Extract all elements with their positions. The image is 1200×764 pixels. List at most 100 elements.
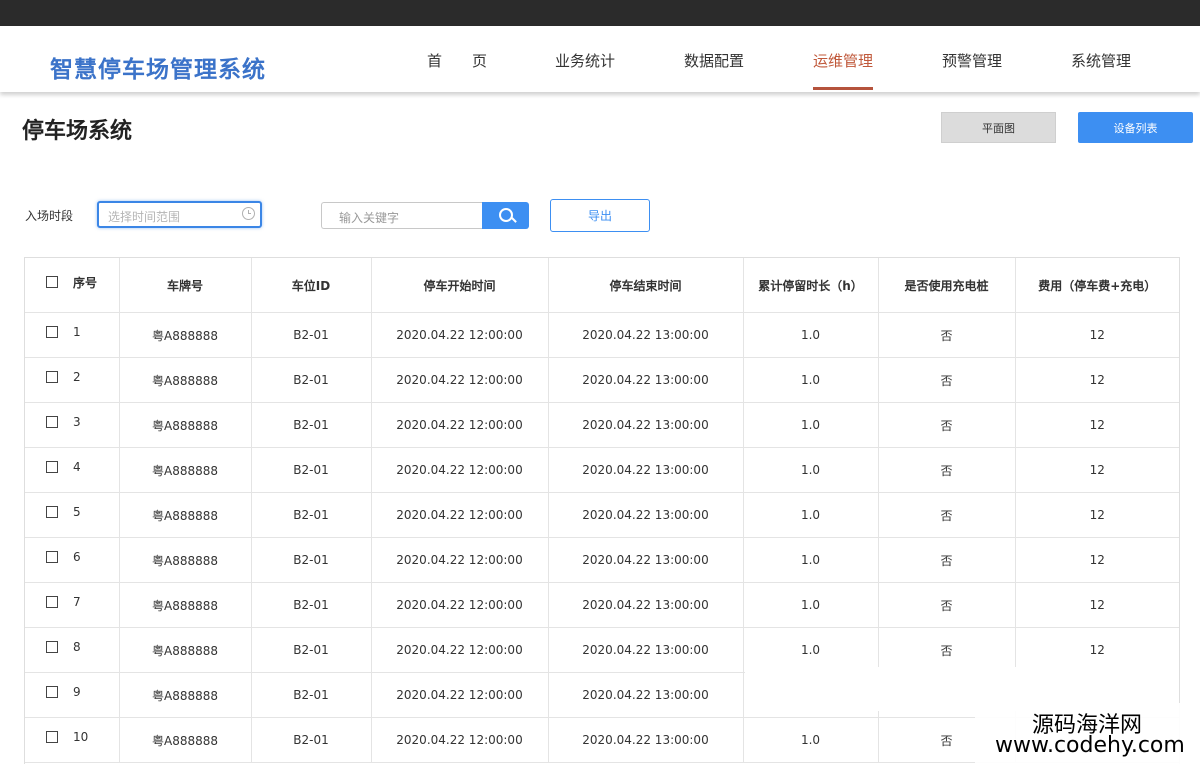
duration-cell: 1.0 [743,537,879,583]
end-time-cell: 2020.04.22 13:00:00 [548,447,744,493]
row-index: 8 [73,640,81,655]
duration-cell: 1.0 [743,312,879,358]
fee-cell: 12 [1015,312,1179,358]
slot-cell: B2-01 [251,312,372,358]
fee-cell: 12 [1015,537,1179,583]
fee-cell: 12 [1015,402,1179,448]
start-time-cell: 2020.04.22 12:00:00 [371,627,549,673]
table-row: 6 粤A888888 B2-01 2020.04.22 12:00:00 2020.04… [25,537,1179,583]
nav-system-management[interactable]: 系统管理 [1071,50,1131,90]
row-index: 10 [73,730,89,745]
index-cell: 1 [25,312,120,358]
end-time-cell: 2020.04.22 13:00:00 [548,582,744,628]
charging-cell: 否 [878,492,1016,538]
search-icon [499,208,513,222]
slot-cell: B2-01 [251,537,372,583]
row-checkbox[interactable] [46,686,58,699]
charging-cell: 否 [878,312,1016,358]
device-list-button[interactable]: 设备列表 [1078,112,1193,143]
nav-data-config[interactable]: 数据配置 [684,50,744,90]
start-time-cell: 2020.04.22 12:00:00 [371,537,549,583]
header-end: 停车结束时间 [548,258,744,313]
start-time-cell: 2020.04.22 12:00:00 [371,717,549,763]
row-checkbox[interactable] [46,416,58,429]
duration-cell: 1.0 [743,582,879,628]
plate-cell: 粤A888888 [119,447,252,493]
duration-cell: 1.0 [743,717,879,763]
row-index: 6 [73,550,81,565]
row-checkbox[interactable] [46,461,58,474]
floor-plan-button[interactable]: 平面图 [941,112,1056,143]
end-time-cell: 2020.04.22 13:00:00 [548,402,744,448]
index-cell: 3 [25,402,120,448]
duration-cell: 1.0 [743,627,879,673]
start-time-cell: 2020.04.22 12:00:00 [371,492,549,538]
row-index: 9 [73,685,81,700]
slot-cell: B2-01 [251,357,372,403]
plate-cell: 粤A888888 [119,717,252,763]
table-row: 3 粤A888888 B2-01 2020.04.22 12:00:00 2020.04… [25,402,1179,448]
duration-cell: 1.0 [743,357,879,403]
start-time-cell: 2020.04.22 12:00:00 [371,582,549,628]
brand-logo-text: 智慧停车场管理系统 [50,57,266,83]
header-index-label: 序号 [73,275,98,290]
search-button[interactable] [482,202,529,229]
row-checkbox[interactable] [46,641,58,654]
fee-cell: 12 [1015,447,1179,493]
nav-home[interactable]: 首 页 [427,50,487,90]
row-checkbox[interactable] [46,326,58,339]
header-fee: 费用（停车费+充电） [1015,258,1179,313]
index-cell: 10 [25,717,120,763]
nav-business-stats[interactable]: 业务统计 [555,50,615,90]
index-cell: 2 [25,357,120,403]
charging-cell: 否 [878,357,1016,403]
row-index: 2 [73,370,81,385]
fee-cell: 12 [1015,357,1179,403]
index-cell: 8 [25,627,120,673]
row-index: 4 [73,460,81,475]
row-checkbox[interactable] [46,371,58,384]
start-time-cell: 2020.04.22 12:00:00 [371,672,549,718]
row-index: 5 [73,505,81,520]
top-dark-bar [0,0,1200,26]
fee-cell: 12 [1015,627,1179,673]
table-row: 5 粤A888888 B2-01 2020.04.22 12:00:00 2020.04… [25,492,1179,538]
header-slot: 车位ID [251,258,372,313]
end-time-cell: 2020.04.22 13:00:00 [548,312,744,358]
plate-cell: 粤A888888 [119,537,252,583]
table-row: 1 粤A888888 B2-01 2020.04.22 12:00:00 2020.04… [25,312,1179,358]
duration-cell: 1.0 [743,402,879,448]
index-cell: 4 [25,447,120,493]
date-range-placeholder: 选择时间范围 [108,210,181,224]
row-index: 1 [73,325,81,340]
index-cell: 6 [25,537,120,583]
nav-alert-management[interactable]: 预警管理 [942,50,1002,90]
plate-cell: 粤A888888 [119,582,252,628]
entry-time-label: 入场时段 [25,209,74,223]
row-checkbox[interactable] [46,596,58,609]
nav-ops-management[interactable]: 运维管理 [813,50,874,90]
slot-cell: B2-01 [251,582,372,628]
keyword-search-input[interactable]: 输入关键字 [321,202,482,229]
header-duration: 累计停留时长（h） [743,258,879,313]
header-index: 序号 [25,258,120,313]
end-time-cell: 2020.04.22 13:00:00 [548,627,744,673]
charging-cell: 否 [878,402,1016,448]
end-time-cell: 2020.04.22 13:00:00 [548,537,744,583]
plate-cell: 粤A888888 [119,627,252,673]
row-checkbox[interactable] [46,731,58,744]
end-time-cell: 2020.04.22 13:00:00 [548,717,744,763]
duration-cell: 1.0 [743,447,879,493]
start-time-cell: 2020.04.22 12:00:00 [371,402,549,448]
fee-cell: 12 [1015,492,1179,538]
select-all-checkbox[interactable] [46,276,58,288]
row-checkbox[interactable] [46,551,58,564]
charging-cell: 否 [878,582,1016,628]
start-time-cell: 2020.04.22 12:00:00 [371,357,549,403]
date-range-input[interactable]: 选择时间范围 [97,201,262,228]
search-icon-handle [511,217,517,223]
row-checkbox[interactable] [46,506,58,519]
slot-cell: B2-01 [251,447,372,493]
export-button[interactable]: 导出 [550,199,650,232]
clock-icon [242,207,255,220]
